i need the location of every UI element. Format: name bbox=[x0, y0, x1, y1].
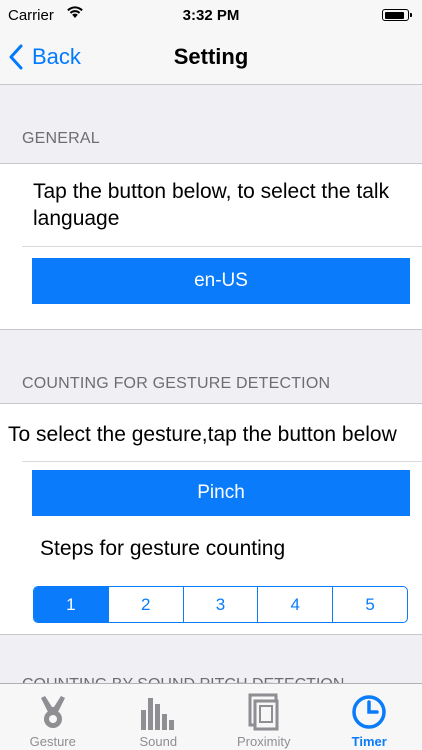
tab-label-timer: Timer bbox=[351, 734, 387, 749]
gesture-instruction: To select the gesture,tap the button bel… bbox=[8, 423, 397, 446]
clock-time: 3:32 PM bbox=[182, 7, 240, 24]
step-segment-3[interactable]: 3 bbox=[184, 587, 259, 622]
separator bbox=[22, 461, 422, 462]
step-segment-4[interactable]: 4 bbox=[258, 587, 334, 622]
step-segment-5[interactable]: 5 bbox=[333, 587, 407, 622]
proximity-icon bbox=[248, 693, 279, 731]
language-select-button[interactable]: en-US bbox=[32, 258, 410, 304]
language-instruction: Tap the button below, to select the talk… bbox=[33, 180, 390, 230]
section-header-sound-pitch: COUNTING BY SOUND PITCH DETECTION bbox=[22, 672, 344, 683]
section-header-gesture: COUNTING FOR GESTURE DETECTION bbox=[22, 375, 331, 392]
status-bar: Carrier 3:32 PM bbox=[0, 0, 422, 30]
tab-label-gesture: Gesture bbox=[29, 734, 76, 749]
gesture-card: To select the gesture,tap the button bel… bbox=[0, 403, 422, 635]
screen: Carrier 3:32 PM Back Setting GENERAL Tap… bbox=[0, 0, 422, 750]
page-title: Setting bbox=[173, 44, 249, 69]
battery-icon bbox=[382, 9, 412, 21]
tab-label-sound: Sound bbox=[139, 734, 178, 749]
gesture-select-button[interactable]: Pinch bbox=[32, 470, 410, 516]
tab-timer[interactable]: Timer bbox=[317, 684, 422, 750]
tab-bar: Gesture Sound Proximity Timer bbox=[0, 683, 422, 750]
section-header-general: GENERAL bbox=[22, 130, 100, 147]
timer-clock-icon bbox=[352, 695, 386, 729]
tab-proximity[interactable]: Proximity bbox=[211, 684, 317, 750]
steps-label: Steps for gesture counting bbox=[40, 537, 286, 560]
step-segment-2[interactable]: 2 bbox=[109, 587, 184, 622]
step-segment-1[interactable]: 1 bbox=[34, 587, 109, 622]
tab-gesture[interactable]: Gesture bbox=[0, 684, 106, 750]
sound-bars-icon bbox=[141, 698, 175, 730]
gesture-icon bbox=[40, 696, 65, 728]
separator bbox=[22, 246, 422, 247]
steps-segmented-control: 1 2 3 4 5 bbox=[33, 586, 408, 623]
navigation-bar: Back Setting bbox=[0, 30, 422, 85]
tab-label-proximity: Proximity bbox=[237, 734, 291, 749]
tab-sound[interactable]: Sound bbox=[106, 684, 212, 750]
general-card: Tap the button below, to select the talk… bbox=[0, 163, 422, 330]
